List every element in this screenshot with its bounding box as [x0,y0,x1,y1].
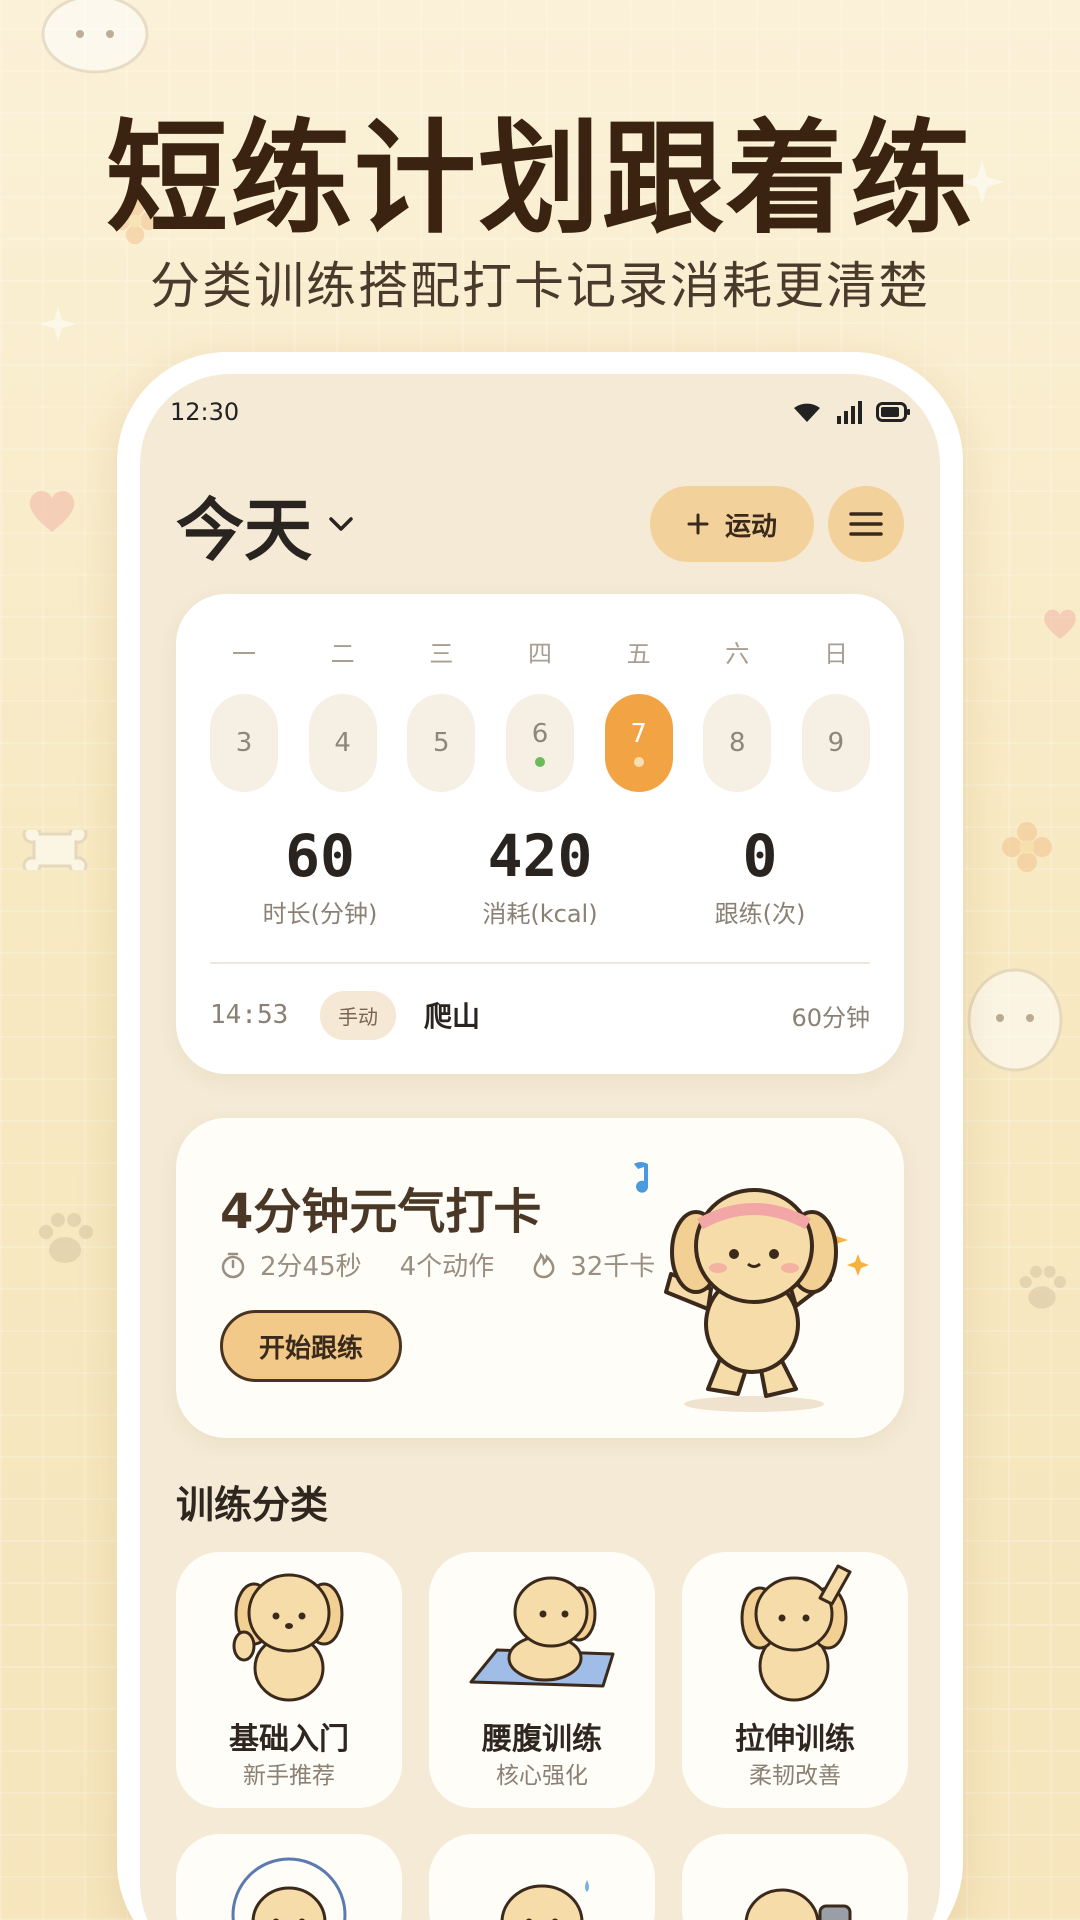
weekday-labels: 一 二 三 四 五 六 日 [210,634,870,669]
heart-decoration [29,490,75,532]
day-item[interactable]: 9 [801,694,870,792]
section-title-categories: 训练分类 [176,1483,329,1527]
puppy-sweat-illustration [500,1880,589,1920]
header-actions: 运动 [650,486,904,562]
weekday-label: 三 [429,640,454,668]
exercise-log-item[interactable]: 14:53 手动 爬山 60分钟 [210,990,870,1040]
start-workout-button[interactable]: 开始跟练 [220,1310,402,1382]
day-number: 6 [531,719,549,749]
hero-title: 短练计划跟着练 [106,108,974,250]
flame-icon [533,1251,555,1278]
stat-label: 消耗(kcal) [482,900,598,928]
week-days: 3 4 5 6 7 8 9 [210,694,870,792]
weekday-label: 二 [330,640,355,668]
menu-button[interactable] [828,486,904,562]
stat-label: 时长(分钟) [262,900,378,928]
phone-screen: 12:30 今天 运动 一 二 三 四 五 六 日 3 4 5 6 7 8 9 … [140,374,940,1920]
weekday-label: 四 [527,640,552,668]
category-card-partial[interactable] [429,1834,655,1920]
day-item[interactable]: 6 [505,694,574,792]
day-number: 8 [729,728,746,758]
puppy-face-decoration [41,0,149,74]
header: 今天 运动 [176,484,904,571]
category-card-basic[interactable]: 基础入门 新手推荐 [176,1552,402,1808]
category-grid: 基础入门 新手推荐 腰腹训练 核心强化 拉伸训练 柔韧改善 [176,1552,908,1920]
paw-decoration [1019,1265,1066,1309]
puppy-bubble-illustration [231,1857,347,1920]
stat-value: 60 [285,822,355,890]
heart-decoration [1044,609,1076,639]
day-number: 9 [827,728,845,758]
plus-icon [687,513,709,535]
stat-duration: 60 时长(分钟) [210,824,430,929]
puppy-phone-illustration [744,1888,852,1920]
weekday-label: 五 [626,640,651,668]
status-bar: 12:30 [170,394,910,430]
puppy-exercise-illustration [634,1162,869,1412]
log-name: 爬山 [424,1000,481,1033]
day-number: 4 [334,728,351,758]
puppy-situp-illustration [469,1576,615,1688]
menu-icon [849,512,883,536]
timer-icon [221,1252,245,1278]
day-number: 5 [433,728,450,758]
category-card-partial[interactable] [682,1834,908,1920]
add-exercise-button[interactable]: 运动 [650,486,814,562]
category-title: 拉伸训练 [735,1722,855,1757]
category-subtitle: 柔韧改善 [749,1763,841,1789]
stat-label: 跟练(次) [714,900,806,928]
day-number: 3 [235,728,253,758]
workout-duration: 2分45秒 [260,1252,362,1282]
log-duration: 60分钟 [791,1003,870,1032]
puppy-wave-illustration [232,1573,344,1702]
weekday-label: 六 [725,640,750,668]
weekday-label: 日 [823,640,848,668]
workout-meta: 2分45秒 4个动作 32千卡 [220,1246,655,1283]
flower-decoration [1002,822,1052,872]
activity-dot [534,757,545,767]
status-time: 12:30 [170,398,240,426]
chevron-down-icon [329,517,353,531]
category-card-stretch[interactable]: 拉伸训练 柔韧改善 [682,1552,908,1808]
divider [210,962,870,964]
category-card-core[interactable]: 腰腹训练 核心强化 [429,1552,655,1808]
activity-dot [633,757,644,767]
quick-workout-card[interactable]: 4分钟元气打卡 2分45秒 4个动作 32千卡 开始跟练 [176,1118,904,1438]
add-exercise-label: 运动 [724,511,777,542]
category-subtitle: 新手推荐 [243,1763,335,1789]
day-item[interactable]: 4 [308,694,377,792]
category-title: 基础入门 [229,1722,349,1757]
day-item[interactable]: 3 [210,694,278,792]
paw-decoration [39,1213,93,1263]
week-summary-card: 一 二 三 四 五 六 日 3 4 5 6 7 8 9 60 时长(分钟) 42… [176,594,904,1074]
log-time: 14:53 [210,1000,289,1030]
stat-calories: 420 消耗(kcal) [430,824,650,929]
day-item[interactable]: 8 [703,694,772,792]
status-icons [792,400,910,424]
battery-icon [876,402,910,422]
workout-title: 4分钟元气打卡 [220,1184,542,1240]
date-selector[interactable]: 今天 [176,475,354,574]
stat-value: 420 [487,822,593,890]
signal-icon [837,401,862,424]
workout-moves: 4个动作 [399,1252,495,1282]
category-card-partial[interactable] [176,1834,402,1920]
puppy-stretch-illustration [740,1564,852,1702]
stat-value: 0 [742,822,778,890]
hero-subtitle: 分类训练搭配打卡记录消耗更清楚 [150,257,930,315]
wifi-icon [794,403,820,422]
category-title: 腰腹训练 [482,1722,602,1757]
bone-decoration [22,830,88,870]
day-number: 7 [630,719,647,749]
puppy-face-decoration [967,968,1063,1072]
page-title: 今天 [176,491,313,571]
stat-follow-count: 0 跟练(次) [650,824,870,929]
category-subtitle: 核心强化 [496,1763,588,1789]
weekday-label: 一 [232,640,256,668]
log-tag: 手动 [320,990,396,1040]
stats-row: 60 时长(分钟) 420 消耗(kcal) 0 跟练(次) [210,824,870,929]
day-item-selected[interactable]: 7 [604,694,673,792]
day-item[interactable]: 5 [407,694,476,792]
